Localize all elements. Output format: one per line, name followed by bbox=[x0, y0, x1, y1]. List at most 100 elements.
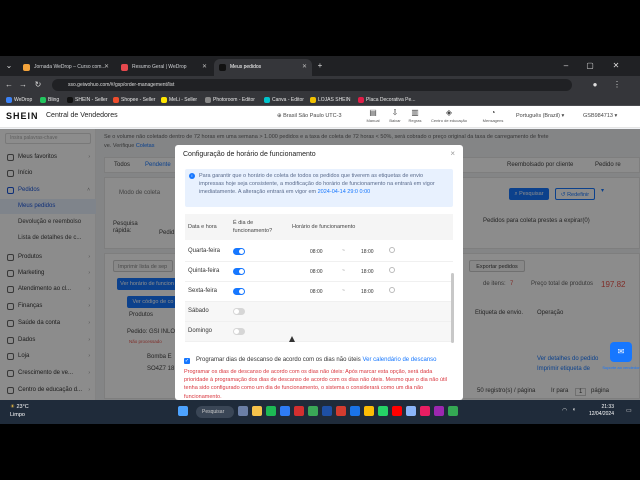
taskbar-search[interactable]: Pesquisar bbox=[196, 406, 234, 418]
notifications-icon[interactable]: ▭ bbox=[626, 407, 632, 414]
info-date: 2024-04-14 29:0 bbox=[317, 189, 358, 195]
tab-close-icon[interactable]: ✕ bbox=[104, 59, 109, 76]
workday-toggle[interactable] bbox=[233, 248, 245, 255]
account-menu[interactable]: GSB984713 ▾ bbox=[583, 113, 617, 119]
rules-button[interactable]: ▥ Regras bbox=[404, 108, 426, 123]
new-tab-button[interactable]: + bbox=[314, 60, 326, 72]
app-icon[interactable] bbox=[434, 406, 444, 416]
photoshop-icon[interactable] bbox=[322, 406, 332, 416]
info-date-tail: 0:00 bbox=[359, 189, 371, 195]
modal-scrollbar[interactable] bbox=[451, 273, 454, 343]
maximize-icon[interactable]: ▢ bbox=[584, 60, 596, 72]
chat-support-button[interactable]: ✉ bbox=[610, 342, 632, 362]
rest-calendar-link[interactable]: Ver calendário de descanso bbox=[362, 357, 436, 363]
info-icon: i bbox=[189, 173, 195, 179]
address-input[interactable]: sso.geiwohuo.com/#/gsp/order-management/… bbox=[52, 79, 572, 91]
mail-icon: ✉ bbox=[617, 347, 625, 356]
language-select[interactable]: Português (Brazil) ▾ bbox=[516, 113, 564, 119]
time-separator: ~ bbox=[342, 288, 345, 294]
app-icon[interactable] bbox=[294, 406, 304, 416]
bookmark-item[interactable]: Bling bbox=[40, 95, 59, 105]
youtube-icon[interactable] bbox=[392, 406, 402, 416]
bookmark-item[interactable]: Shopee - Seller bbox=[113, 95, 155, 105]
edge-icon[interactable] bbox=[280, 406, 290, 416]
bookmark-item[interactable]: LOJAS SHEIN bbox=[310, 95, 351, 105]
tab-title: Meus pedidos bbox=[230, 64, 262, 70]
bookmark-item[interactable]: Placa Decorativa Pe... bbox=[358, 95, 415, 105]
whatsapp-icon[interactable] bbox=[378, 406, 388, 416]
chrome-active-icon[interactable] bbox=[448, 406, 458, 416]
spotify-icon[interactable] bbox=[266, 406, 276, 416]
rest-days-warning: Programar os dias de descanso de acordo … bbox=[184, 369, 447, 400]
menu-icon[interactable]: ⋮ bbox=[612, 79, 622, 91]
mouse-cursor bbox=[289, 336, 295, 342]
bookmark-item[interactable]: WeDrop bbox=[6, 95, 32, 105]
reload-icon[interactable]: ↻ bbox=[33, 79, 43, 91]
day-label: Quarta-feira bbox=[188, 248, 221, 254]
start-time-input[interactable]: 08:00 bbox=[310, 289, 323, 295]
task-view-icon[interactable] bbox=[238, 406, 248, 416]
bookmark-item[interactable]: SHEIN - Seller bbox=[67, 95, 108, 105]
clock-icon[interactable] bbox=[389, 247, 395, 253]
tab-list-icon[interactable]: ⌄ bbox=[4, 60, 14, 72]
bookmark-item[interactable]: Canva - Editor bbox=[264, 95, 304, 105]
download-label: Baixar bbox=[389, 118, 401, 123]
tab-favicon bbox=[219, 64, 226, 71]
manual-button[interactable]: ▤ Manual bbox=[362, 108, 384, 123]
minimize-icon[interactable]: – bbox=[560, 60, 572, 72]
browser-tab-active[interactable]: Meus pedidos ✕ bbox=[214, 59, 312, 76]
workday-toggle[interactable] bbox=[233, 328, 245, 335]
browser-tab[interactable]: Resumo Geral | WeDrop ✕ bbox=[116, 59, 212, 76]
bookmark-item[interactable]: Photoroom - Editor bbox=[205, 95, 255, 105]
clock-time: 21:33 bbox=[601, 404, 614, 410]
messages-button[interactable]: ◔ Mensagens bbox=[478, 108, 508, 123]
volume-icon[interactable]: ◖ bbox=[572, 407, 576, 413]
app-icon[interactable] bbox=[308, 406, 318, 416]
education-label: Centro de educação bbox=[430, 118, 468, 123]
end-time-input[interactable]: 18:00 bbox=[361, 249, 374, 255]
tab-close-icon[interactable]: ✕ bbox=[302, 59, 307, 76]
taskbar-clock[interactable]: 21:33 12/04/2024 bbox=[589, 404, 614, 418]
workday-toggle[interactable] bbox=[233, 288, 245, 295]
rest-days-checkbox[interactable]: ✓ bbox=[184, 358, 190, 364]
close-window-icon[interactable]: ✕ bbox=[610, 60, 622, 72]
profile-icon[interactable]: ● bbox=[590, 79, 600, 91]
forward-icon[interactable]: → bbox=[18, 79, 28, 91]
business-hours-modal: Configuração de horário de funcionamento… bbox=[175, 145, 463, 400]
clock-icon[interactable] bbox=[389, 267, 395, 273]
workday-toggle[interactable] bbox=[233, 308, 245, 315]
weather-widget[interactable]: ☀ 23°C Limpo bbox=[10, 403, 29, 419]
browser-tab[interactable]: Jornada WeDrop – Curso com... ✕ bbox=[18, 59, 114, 76]
toggle-knob bbox=[239, 249, 244, 254]
app-icon[interactable] bbox=[406, 406, 416, 416]
bookmark-label: SHEIN - Seller bbox=[75, 97, 108, 103]
clock-icon[interactable] bbox=[389, 287, 395, 293]
bookmark-icon bbox=[67, 97, 73, 103]
rules-icon: ▥ bbox=[411, 108, 419, 117]
app-icon[interactable] bbox=[420, 406, 430, 416]
file-explorer-icon[interactable] bbox=[252, 406, 262, 416]
chrome-icon[interactable] bbox=[364, 406, 374, 416]
workday-toggle[interactable] bbox=[233, 268, 245, 275]
start-time-input[interactable]: 08:00 bbox=[310, 249, 323, 255]
hours-row: Quarta-feira 08:00 ~18:00 bbox=[185, 242, 453, 262]
day-label: Quinta-feira bbox=[188, 268, 220, 274]
start-time-input[interactable]: 08:00 bbox=[310, 269, 323, 275]
wifi-icon[interactable]: ◠ bbox=[562, 407, 567, 414]
start-icon[interactable] bbox=[178, 406, 188, 416]
timezone-label[interactable]: ⊕ Brasil São Paulo UTC-3 bbox=[277, 113, 342, 119]
bookmark-item[interactable]: MeLi - Seller bbox=[161, 95, 197, 105]
close-icon[interactable]: × bbox=[450, 149, 455, 158]
education-button[interactable]: ◈ Centro de educação bbox=[426, 108, 472, 123]
app-icon[interactable] bbox=[350, 406, 360, 416]
day-label: Domingo bbox=[188, 328, 213, 334]
end-time-input[interactable]: 18:00 bbox=[361, 289, 374, 295]
back-icon[interactable]: ← bbox=[4, 79, 14, 91]
tab-title: Jornada WeDrop – Curso com... bbox=[34, 64, 106, 70]
tab-close-icon[interactable]: ✕ bbox=[202, 59, 207, 76]
download-button[interactable]: ⇩ Baixar bbox=[384, 108, 406, 123]
app-icon[interactable] bbox=[336, 406, 346, 416]
end-time-input[interactable]: 18:00 bbox=[361, 269, 374, 275]
toggle-knob bbox=[239, 289, 244, 294]
bookmark-label: MeLi - Seller bbox=[169, 97, 198, 103]
